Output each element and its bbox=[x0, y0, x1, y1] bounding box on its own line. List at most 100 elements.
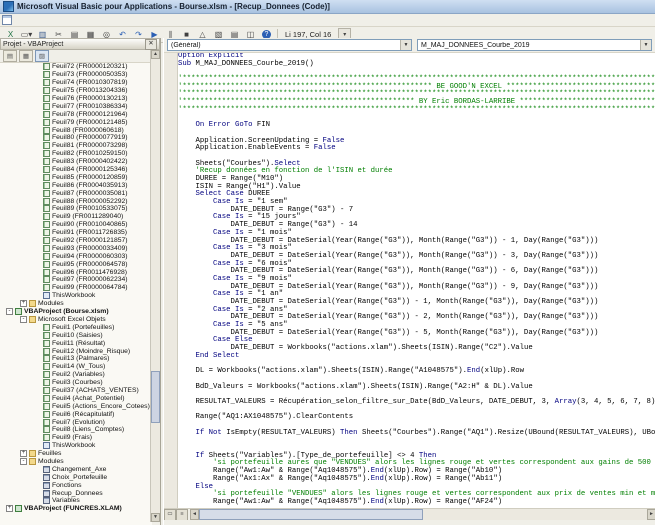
menu-item[interactable] bbox=[76, 22, 86, 24]
toggle-folders-button[interactable]: ▨ bbox=[35, 50, 49, 62]
expander-icon[interactable]: + bbox=[20, 300, 27, 307]
tree-item-icon bbox=[43, 442, 50, 449]
tree-item[interactable]: ThisWorkbook bbox=[0, 292, 152, 300]
tree-item[interactable]: Feuil1 (Portefeuilles) bbox=[0, 323, 152, 331]
code-editor[interactable]: Option ExplicitSub M_MAJ_DONNEES_Courbe_… bbox=[178, 53, 655, 508]
menu-item[interactable] bbox=[26, 22, 36, 24]
procedure-view-button[interactable]: ▭ bbox=[164, 509, 176, 521]
tree-item[interactable]: Feuil78 (FR0000121964) bbox=[0, 110, 152, 118]
tree-item[interactable]: - Modules bbox=[0, 458, 152, 466]
view-object-button[interactable]: ▦ bbox=[19, 50, 33, 62]
breakpoint-margin[interactable] bbox=[164, 53, 178, 508]
tree-item[interactable]: Feuil94 (FR0000060303) bbox=[0, 252, 152, 260]
tree-item[interactable]: - Microsoft Excel Objets bbox=[0, 316, 152, 324]
menu-item[interactable] bbox=[96, 22, 106, 24]
tree-item[interactable]: Variables bbox=[0, 497, 152, 505]
tree-item[interactable]: Feuil82 (FR0010259150) bbox=[0, 150, 152, 158]
tree-item[interactable]: Feuil86 (FR0004035913) bbox=[0, 181, 152, 189]
tree-item[interactable]: Feuil93 (FR0000033409) bbox=[0, 244, 152, 252]
tree-item[interactable]: Choix_Portefeuille bbox=[0, 473, 152, 481]
scrollbar-thumb[interactable] bbox=[199, 509, 423, 520]
tree-item[interactable]: ThisWorkbook bbox=[0, 442, 152, 450]
tree-item[interactable]: Feuil97 (FR0000062234) bbox=[0, 276, 152, 284]
scroll-down-icon[interactable]: ▼ bbox=[151, 513, 160, 522]
tree-item[interactable]: Feuil88 (FR0000052292) bbox=[0, 197, 152, 205]
tree-item[interactable]: Feuil9 (Frais) bbox=[0, 434, 152, 442]
menu-item[interactable] bbox=[36, 22, 46, 24]
tree-item[interactable]: Feuil84 (FR0000125346) bbox=[0, 166, 152, 174]
tree-item[interactable]: Feuil90 (FR0010040865) bbox=[0, 221, 152, 229]
menu-item[interactable] bbox=[66, 22, 76, 24]
tree-item[interactable]: Feuil12 (Moindre_Risque) bbox=[0, 347, 152, 355]
tree-item[interactable]: Feuil76 (FR0000130213) bbox=[0, 95, 152, 103]
tree-item[interactable]: Feuil9 (FR0011289040) bbox=[0, 213, 152, 221]
scroll-left-icon[interactable]: ◄ bbox=[190, 509, 199, 520]
menu-item[interactable] bbox=[46, 22, 56, 24]
menu-item[interactable] bbox=[106, 22, 116, 24]
tree-item[interactable]: + Feuilles bbox=[0, 450, 152, 458]
tree-item[interactable]: Feuil91 (FR0011726835) bbox=[0, 229, 152, 237]
tree-item[interactable]: + VBAProject (FUNCRES.XLAM) bbox=[0, 505, 152, 513]
tree-item[interactable]: Feuil73 (FR0000050353) bbox=[0, 71, 152, 79]
tree-item[interactable]: Feuil72 (FR0000120321) bbox=[0, 63, 152, 71]
scroll-right-icon[interactable]: ► bbox=[647, 509, 655, 520]
tree-item[interactable]: Feuil2 (Variables) bbox=[0, 371, 152, 379]
menu-item[interactable] bbox=[116, 22, 126, 24]
project-tree-scrollbar[interactable]: ▲ ▼ bbox=[150, 50, 160, 522]
tree-item[interactable]: Feuil74 (FR0010307819) bbox=[0, 79, 152, 87]
tree-item[interactable]: + Modules bbox=[0, 300, 152, 308]
tree-item[interactable]: Feuil8 (FR0000060618) bbox=[0, 126, 152, 134]
tree-item[interactable]: Feuil5 (Actions_Encore_Cotees) bbox=[0, 402, 152, 410]
chevron-down-icon[interactable]: ▼ bbox=[400, 40, 411, 50]
project-panel-header[interactable]: Projet - VBAProject ✕ bbox=[0, 38, 160, 50]
tree-item[interactable]: Recup_Donnees bbox=[0, 489, 152, 497]
object-dropdown[interactable]: (Général) ▼ bbox=[167, 39, 412, 51]
menu-item[interactable] bbox=[86, 22, 96, 24]
tree-item[interactable]: Feuil77 (FR0010386334) bbox=[0, 102, 152, 110]
tree-item[interactable]: Feuil13 (Palmares) bbox=[0, 355, 152, 363]
scroll-up-icon[interactable]: ▲ bbox=[151, 50, 160, 59]
expander-icon[interactable]: - bbox=[6, 308, 13, 315]
tree-item[interactable]: Feuil89 (FR0010533075) bbox=[0, 205, 152, 213]
tree-item[interactable]: Feuil11 (Résultat) bbox=[0, 339, 152, 347]
tree-item[interactable]: Feuil10 (Saisies) bbox=[0, 331, 152, 339]
tree-item[interactable]: Feuil37 (ACHATS_VENTES) bbox=[0, 387, 152, 395]
tree-item[interactable]: Feuil92 (FR0000121857) bbox=[0, 237, 152, 245]
expander-icon[interactable]: - bbox=[20, 458, 27, 465]
expander-icon[interactable]: - bbox=[20, 316, 27, 323]
tree-item[interactable]: Fonctions bbox=[0, 481, 152, 489]
view-code-button[interactable]: ▤ bbox=[3, 50, 17, 62]
tree-item[interactable]: Feuil4 (Achat_Potentiel) bbox=[0, 394, 152, 402]
tree-item[interactable]: Feuil3 (Courbes) bbox=[0, 379, 152, 387]
tree-item[interactable]: Feuil7 (Evolution) bbox=[0, 418, 152, 426]
horizontal-scrollbar[interactable]: ◄ ► bbox=[190, 509, 655, 520]
tree-item[interactable]: Feuil96 (FR0011476928) bbox=[0, 268, 152, 276]
full-module-view-button[interactable]: ≡ bbox=[176, 509, 188, 521]
expander-icon[interactable]: + bbox=[20, 450, 27, 457]
menu-item[interactable] bbox=[16, 22, 26, 24]
tree-item[interactable]: Feuil87 (FR0000035081) bbox=[0, 189, 152, 197]
tree-item[interactable]: Feuil14 (W_Tous) bbox=[0, 363, 152, 371]
tree-item[interactable]: Feuil83 (FR0000402422) bbox=[0, 158, 152, 166]
tree-item[interactable]: Feuil75 (FR0013204336) bbox=[0, 87, 152, 95]
close-icon[interactable]: ✕ bbox=[145, 39, 157, 50]
tree-item-icon bbox=[43, 213, 50, 220]
tree-item[interactable]: Changement_Axe bbox=[0, 465, 152, 473]
tree-item-icon bbox=[43, 403, 50, 410]
tree-item[interactable]: - VBAProject (Bourse.xlsm) bbox=[0, 308, 152, 316]
expander-icon[interactable]: + bbox=[6, 505, 13, 512]
tree-item[interactable]: Feuil8 (Liens_Comptes) bbox=[0, 426, 152, 434]
tree-item[interactable]: Feuil79 (FR0000121485) bbox=[0, 118, 152, 126]
tree-item-icon bbox=[15, 505, 22, 512]
chevron-down-icon[interactable]: ▼ bbox=[640, 40, 651, 50]
tree-item[interactable]: Feuil99 (FR0000064784) bbox=[0, 284, 152, 292]
procedure-dropdown[interactable]: M_MAJ_DONNEES_Courbe_2019 ▼ bbox=[417, 39, 652, 51]
menu-item[interactable] bbox=[56, 22, 66, 24]
tree-item-icon bbox=[43, 229, 50, 236]
tree-item[interactable]: Feuil6 (Récapitulatif) bbox=[0, 410, 152, 418]
scrollbar-thumb[interactable] bbox=[151, 371, 160, 423]
tree-item[interactable]: Feuil95 (FR0000064578) bbox=[0, 260, 152, 268]
tree-item[interactable]: Feuil85 (FR0000120859) bbox=[0, 173, 152, 181]
tree-item[interactable]: Feuil80 (FR0000077919) bbox=[0, 134, 152, 142]
tree-item[interactable]: Feuil81 (FR0000073298) bbox=[0, 142, 152, 150]
